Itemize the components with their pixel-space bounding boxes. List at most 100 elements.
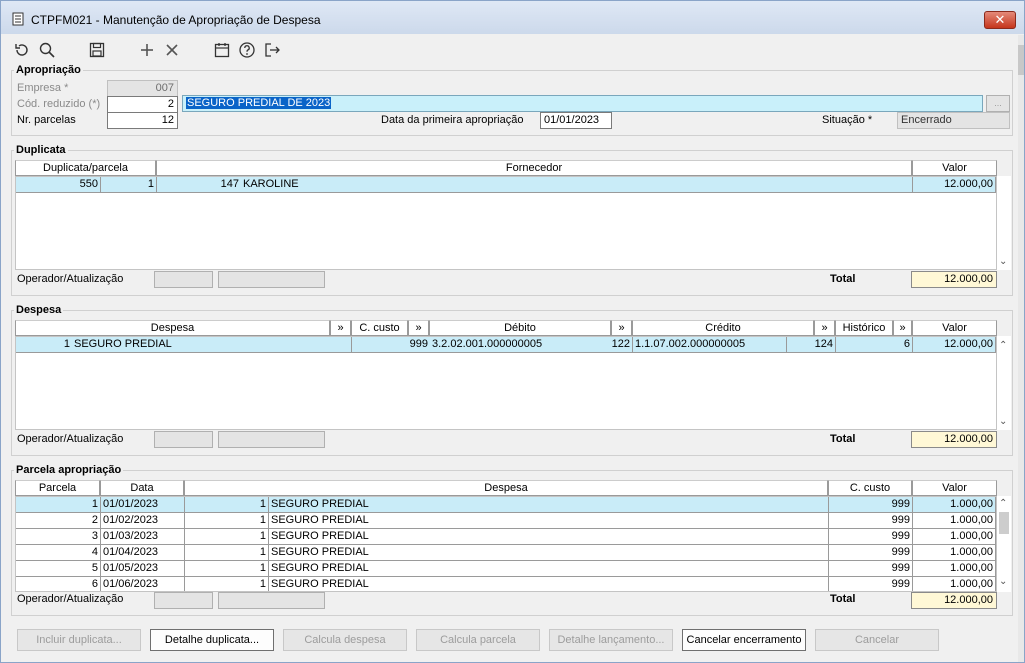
despesa-scrollbar[interactable]: ⌃ ⌄	[997, 336, 1011, 430]
header-valor[interactable]: Valor	[912, 320, 997, 336]
main-window: CTPFM021 - Manutenção de Apropriação de …	[0, 0, 1025, 663]
situacao-field[interactable]: Encerrado	[897, 112, 1010, 129]
historico-expand-button[interactable]: »	[893, 320, 912, 336]
header-valor[interactable]: Valor	[912, 160, 997, 176]
header-despesa[interactable]: Despesa	[184, 480, 828, 496]
cancelar-button[interactable]: Cancelar	[815, 629, 939, 651]
despesa-name-cell: SEGURO PREDIAL	[269, 545, 829, 561]
delete-icon[interactable]	[163, 41, 181, 59]
refresh-icon[interactable]	[13, 41, 31, 59]
apropriacao-legend: Apropriação	[16, 64, 81, 76]
parcela-grid[interactable]: 1 01/01/2023 1 SEGURO PREDIAL 999 1.000,00 2 01…	[15, 496, 997, 592]
header-historico[interactable]: Histórico	[835, 320, 893, 336]
parcela-scrollbar[interactable]: ⌃ ⌄	[997, 496, 1011, 592]
cancelar-encerramento-button[interactable]: Cancelar encerramento	[682, 629, 806, 651]
chevron-up-icon[interactable]: ⌃	[999, 498, 1007, 509]
header-valor[interactable]: Valor	[912, 480, 997, 496]
data-primeira-field[interactable]: 01/01/2023	[540, 112, 612, 129]
table-row[interactable]: 550 1 147 KAROLINE 12.000,00	[16, 177, 996, 193]
duplicata-atualizacao-field	[218, 271, 325, 288]
header-data[interactable]: Data	[100, 480, 184, 496]
parcela-cell: 2	[16, 513, 101, 529]
empresa-field: 007	[107, 80, 178, 97]
close-button[interactable]: ✕	[984, 11, 1016, 29]
data-cell: 01/01/2023	[101, 497, 185, 513]
header-despesa[interactable]: Despesa	[15, 320, 330, 336]
add-icon[interactable]	[138, 41, 156, 59]
situacao-label: Situação *	[822, 114, 873, 126]
credito-expand-button[interactable]: »	[814, 320, 835, 336]
despesa-expand-button[interactable]: »	[330, 320, 351, 336]
debito-expand-button[interactable]: »	[611, 320, 632, 336]
nr-parcelas-field[interactable]: 12	[107, 112, 178, 129]
table-row[interactable]: 6 01/06/2023 1 SEGURO PREDIAL 999 1.000,00	[16, 577, 996, 591]
parcela-legend: Parcela apropriação	[16, 464, 122, 476]
calcula-parcela-button[interactable]: Calcula parcela	[416, 629, 540, 651]
credito-code-cell: 124	[787, 337, 836, 353]
parcela-cell: 1	[16, 497, 101, 513]
valor-cell: 12.000,00	[913, 177, 996, 193]
header-credito[interactable]: Crédito	[632, 320, 814, 336]
help-icon[interactable]	[238, 41, 256, 59]
table-row[interactable]: 4 01/04/2023 1 SEGURO PREDIAL 999 1.000,00	[16, 545, 996, 561]
toolbar	[1, 35, 1018, 63]
header-c-custo[interactable]: C. custo	[828, 480, 912, 496]
fornecedor-code-cell: 147	[157, 177, 241, 193]
table-row[interactable]: 2 01/02/2023 1 SEGURO PREDIAL 999 1.000,00	[16, 513, 996, 529]
cod-description-field[interactable]: SEGURO PREDIAL DE 2023	[182, 95, 983, 112]
credito-cell: 1.1.07.002.000000005	[633, 337, 787, 353]
table-row[interactable]: 3 01/03/2023 1 SEGURO PREDIAL 999 1.000,00	[16, 529, 996, 545]
duplicata-scrollbar[interactable]: ⌄	[997, 176, 1011, 270]
nr-parcelas-label: Nr. parcelas	[17, 114, 76, 126]
valor-cell: 1.000,00	[913, 513, 996, 529]
parcela-cell: 6	[16, 577, 101, 591]
despesa-name-cell: SEGURO PREDIAL	[269, 577, 829, 591]
duplicata-operador-label: Operador/Atualização	[17, 273, 124, 285]
duplicata-legend: Duplicata	[16, 144, 66, 156]
header-debito[interactable]: Débito	[429, 320, 611, 336]
chevron-down-icon[interactable]: ⌄	[999, 576, 1007, 587]
header-duplicata-parcela[interactable]: Duplicata/parcela	[15, 160, 156, 176]
parcela-cell: 5	[16, 561, 101, 577]
table-row[interactable]: 1 SEGURO PREDIAL 999 3.2.02.001.00000000…	[16, 337, 996, 353]
table-row[interactable]: 1 01/01/2023 1 SEGURO PREDIAL 999 1.000,00	[16, 497, 996, 513]
valor-cell: 12.000,00	[913, 337, 996, 353]
ccusto-cell: 999	[829, 497, 913, 513]
save-icon[interactable]	[88, 41, 106, 59]
duplicata-cell: 550	[16, 177, 101, 193]
calendar-icon[interactable]	[213, 41, 231, 59]
calcula-despesa-button[interactable]: Calcula despesa	[283, 629, 407, 651]
search-icon[interactable]	[38, 41, 56, 59]
cod-reduzido-field[interactable]: 2	[107, 96, 178, 113]
title-bar: CTPFM021 - Manutenção de Apropriação de …	[1, 1, 1024, 34]
window-scrollbar[interactable]	[1018, 35, 1024, 662]
ccusto-cell: 999	[829, 561, 913, 577]
chevron-up-icon[interactable]: ⌃	[999, 340, 1007, 351]
ccusto-expand-button[interactable]: »	[408, 320, 429, 336]
despesa-grid[interactable]: 1 SEGURO PREDIAL 999 3.2.02.001.00000000…	[15, 336, 997, 430]
detalhe-duplicata-button[interactable]: Detalhe duplicata...	[150, 629, 274, 651]
despesa-code-cell: 1	[185, 561, 269, 577]
header-fornecedor[interactable]: Fornecedor	[156, 160, 912, 176]
window-title: CTPFM021 - Manutenção de Apropriação de …	[31, 13, 321, 27]
chevron-down-icon[interactable]: ⌄	[999, 416, 1007, 427]
fornecedor-name-cell: KAROLINE	[241, 177, 913, 193]
despesa-operador-label: Operador/Atualização	[17, 433, 124, 445]
parcela-total-field: 12.000,00	[911, 592, 997, 609]
lookup-button[interactable]: ...	[986, 95, 1010, 112]
despesa-code-cell: 1	[185, 529, 269, 545]
despesa-name-cell: SEGURO PREDIAL	[269, 529, 829, 545]
despesa-name-cell: SEGURO PREDIAL	[269, 561, 829, 577]
detalhe-lancamento-button[interactable]: Detalhe lançamento...	[549, 629, 673, 651]
header-parcela[interactable]: Parcela	[15, 480, 100, 496]
data-cell: 01/02/2023	[101, 513, 185, 529]
despesa-total-label: Total	[830, 433, 856, 445]
parcela-operador-label: Operador/Atualização	[17, 593, 124, 605]
table-row[interactable]: 5 01/05/2023 1 SEGURO PREDIAL 999 1.000,00	[16, 561, 996, 577]
incluir-duplicata-button[interactable]: Incluir duplicata...	[17, 629, 141, 651]
scrollbar-thumb[interactable]	[999, 512, 1009, 534]
chevron-down-icon[interactable]: ⌄	[999, 256, 1007, 267]
duplicata-grid[interactable]: 550 1 147 KAROLINE 12.000,00	[15, 176, 997, 270]
exit-icon[interactable]	[263, 41, 281, 59]
header-c-custo[interactable]: C. custo	[351, 320, 408, 336]
